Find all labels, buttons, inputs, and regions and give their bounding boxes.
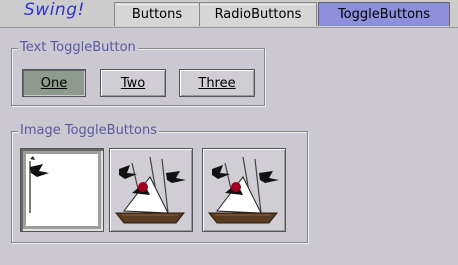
button-label: Two <box>120 75 146 91</box>
group-title: Image ToggleButtons <box>18 123 159 139</box>
image-toggle-button-2[interactable] <box>109 148 193 232</box>
group-title: Text ToggleButton <box>18 40 138 56</box>
duke-icon <box>114 156 186 224</box>
image-togglebuttons-group: Image ToggleButtons <box>11 123 308 243</box>
tab-togglebuttons[interactable]: ToggleButtons <box>318 2 450 26</box>
swing-logo: Swing! <box>24 0 85 20</box>
tab-content-panel: Text ToggleButton One Two Three Image To… <box>0 27 458 265</box>
toggle-button-one[interactable]: One <box>22 69 86 97</box>
text-togglebutton-group: Text ToggleButton One Two Three <box>11 40 265 106</box>
toggle-button-three[interactable]: Three <box>179 69 255 97</box>
tab-bar: Swing! Buttons RadioButtons ToggleButton… <box>0 0 458 28</box>
toggle-button-two[interactable]: Two <box>100 69 166 97</box>
tab-label: RadioButtons <box>214 7 302 22</box>
tab-label: ToggleButtons <box>337 7 431 22</box>
button-label: Three <box>198 75 236 91</box>
tab-radiobuttons[interactable]: RadioButtons <box>199 2 317 26</box>
duke-icon <box>29 156 49 213</box>
image-toggle-button-1[interactable] <box>20 148 104 232</box>
duke-icon <box>207 156 279 224</box>
button-label: One <box>40 75 68 91</box>
tab-buttons[interactable]: Buttons <box>114 2 200 26</box>
tab-label: Buttons <box>131 7 183 22</box>
image-toggle-button-3[interactable] <box>202 148 286 232</box>
